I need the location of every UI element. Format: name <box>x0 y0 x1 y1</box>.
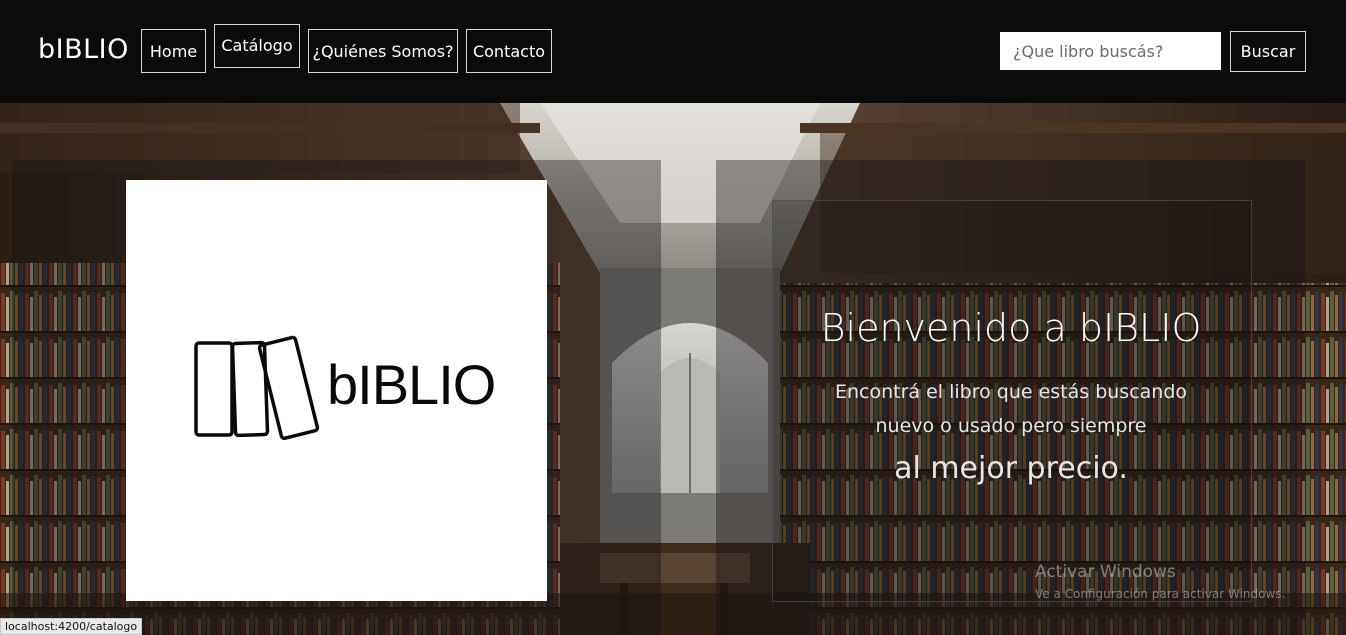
hero-line-1: Encontrá el libro que estás buscando <box>834 381 1188 403</box>
hero-line-3: al mejor precio. <box>894 451 1128 486</box>
search-button[interactable]: Buscar <box>1230 31 1306 72</box>
nav-contacto[interactable]: Contacto <box>466 29 552 73</box>
nav-home[interactable]: Home <box>141 29 206 73</box>
navbar: bIBLIO Home Catálogo ¿Quiénes Somos? Con… <box>0 0 1346 103</box>
logo-wordmark: bIBLIO <box>327 353 496 416</box>
windows-watermark-subtitle: Ve a Configuración para activar Windows. <box>1035 587 1286 601</box>
status-url: localhost:4200/catalogo <box>0 618 143 635</box>
hero-title: Bienvenido a bIBLIO <box>820 306 1202 350</box>
nav-quienes-somos[interactable]: ¿Quiénes Somos? <box>308 29 458 73</box>
nav-catalogo[interactable]: Catálogo <box>214 24 300 68</box>
search-input[interactable] <box>1000 32 1221 70</box>
windows-watermark-title: Activar Windows <box>1035 562 1176 582</box>
brand-logo[interactable]: bIBLIO <box>38 34 129 65</box>
hero-line-2: nuevo o usado pero siempre <box>875 415 1147 437</box>
